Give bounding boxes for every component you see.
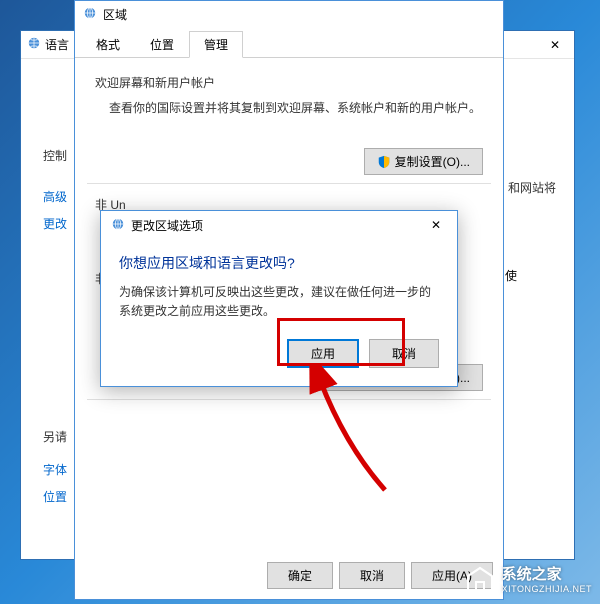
shield-icon — [377, 155, 391, 169]
divider — [87, 183, 491, 184]
tab-format[interactable]: 格式 — [81, 31, 135, 57]
welcome-desc: 查看你的国际设置并将其复制到欢迎屏幕、系统帐户和新的用户帐户。 — [109, 99, 483, 118]
region-tabs: 格式 位置 管理 — [75, 31, 503, 58]
region-footer-buttons: 确定 取消 应用(A) — [267, 562, 493, 589]
region-title: 区域 — [103, 6, 127, 23]
change-region-dialog: 更改区域选项 ✕ 你想应用区域和语言更改吗? 为确保该计算机可反映出这些更改，建… — [100, 210, 458, 387]
welcome-title: 欢迎屏幕和新用户帐户 — [95, 74, 483, 91]
globe-icon — [111, 217, 125, 234]
dialog-buttons: 应用 取消 — [119, 339, 439, 368]
ok-button[interactable]: 确定 — [267, 562, 333, 589]
dialog-title: 更改区域选项 — [131, 217, 203, 234]
watermark-brand: 系统之家 — [502, 566, 592, 584]
globe-icon — [27, 36, 41, 53]
region-titlebar: 区域 — [75, 1, 503, 27]
dialog-question: 你想应用区域和语言更改吗? — [119, 253, 439, 273]
close-icon: ✕ — [431, 218, 441, 232]
dialog-titlebar: 更改区域选项 ✕ — [101, 211, 457, 239]
welcome-section: 欢迎屏幕和新用户帐户 查看你的国际设置并将其复制到欢迎屏幕、系统帐户和新的用户帐… — [75, 58, 503, 138]
copy-settings-button[interactable]: 复制设置(O)... — [364, 148, 483, 175]
watermark-logo-icon — [464, 564, 496, 596]
window-controls: ✕ — [535, 35, 575, 55]
lang-hint-right: 和网站将 — [508, 179, 556, 196]
divider — [87, 399, 491, 400]
watermark: 系统之家 XITONGZHIJIA.NET — [464, 564, 592, 596]
dialog-desc: 为确保该计算机可反映出这些更改，建议在做任何进一步的系统更改之前应用这些更改。 — [119, 283, 439, 321]
dialog-close-button[interactable]: ✕ — [421, 214, 451, 236]
tab-admin[interactable]: 管理 — [189, 31, 243, 58]
cancel-button[interactable]: 取消 — [339, 562, 405, 589]
dialog-apply-button[interactable]: 应用 — [287, 339, 359, 368]
use-hint: 使 — [505, 267, 517, 284]
language-title: 语言 — [45, 36, 69, 53]
dialog-cancel-button[interactable]: 取消 — [369, 339, 439, 368]
close-icon[interactable]: ✕ — [542, 36, 568, 54]
copy-settings-label: 复制设置(O)... — [395, 153, 470, 170]
dialog-body: 你想应用区域和语言更改吗? 为确保该计算机可反映出这些更改，建议在做任何进一步的… — [101, 239, 457, 386]
globe-icon — [83, 6, 97, 23]
watermark-url: XITONGZHIJIA.NET — [502, 584, 592, 595]
tab-location[interactable]: 位置 — [135, 31, 189, 57]
